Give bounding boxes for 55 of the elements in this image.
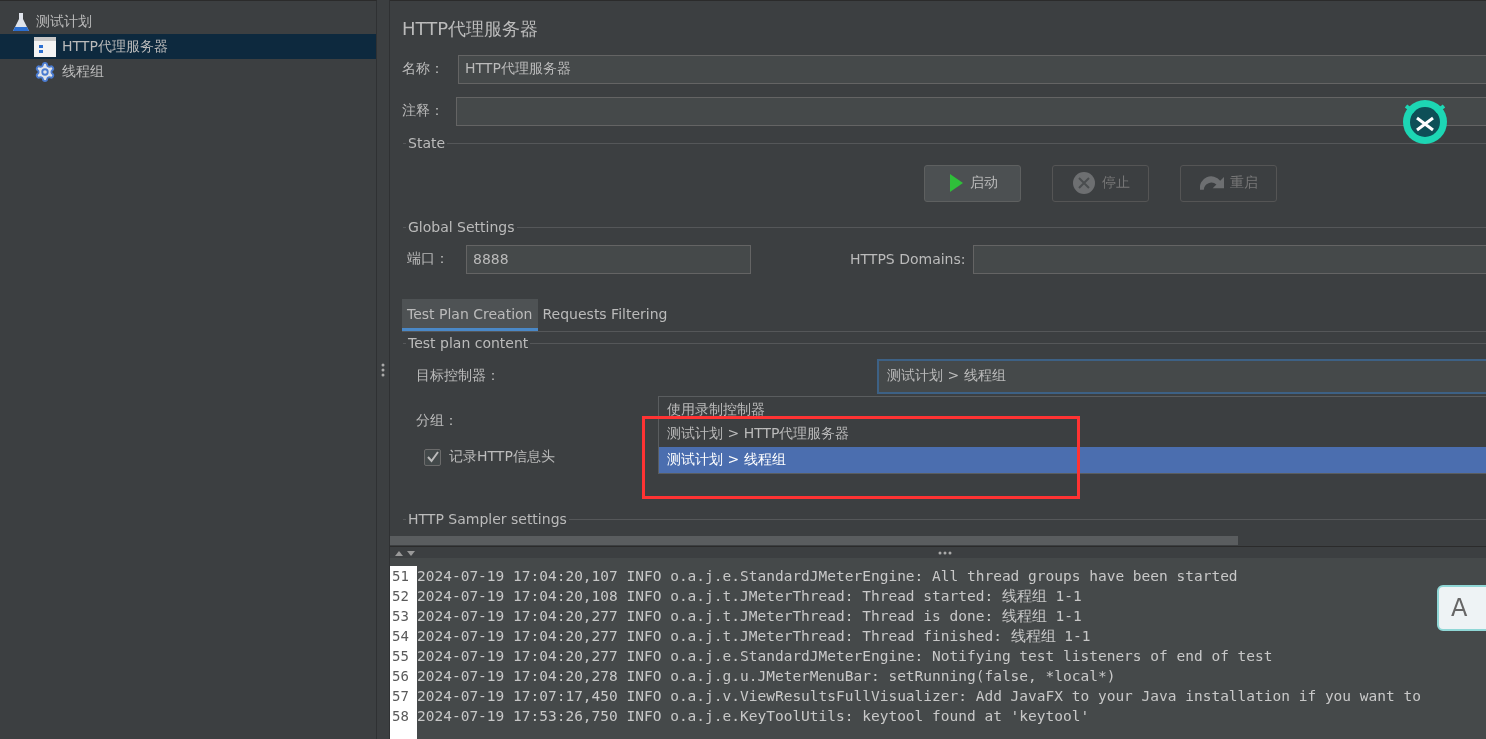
line-number: 55 [391, 647, 410, 666]
name-field[interactable]: HTTP代理服务器 [458, 54, 1486, 84]
line-number: 52 [391, 587, 410, 606]
scrollbar-thumb[interactable] [390, 535, 1238, 545]
line-number: 57 [391, 687, 410, 706]
floating-button[interactable]: A [1437, 585, 1486, 631]
tab[interactable]: Requests Filtering [537, 299, 673, 331]
field-label: 分组： [416, 412, 458, 430]
log-line: 2024-07-19 17:04:20,108 INFO o.a.j.t.JMeterThread: Thread started: 线程组 1-1 [417, 587, 1082, 606]
check-icon [426, 451, 439, 463]
line-number: 53 [391, 607, 410, 626]
dropdown-item[interactable]: 测试计划 > HTTP代理服务器 [659, 421, 1486, 447]
field-label: 目标控制器： [416, 367, 500, 385]
log-line: 2024-07-19 17:04:20,277 INFO o.a.j.t.JMeterThread: Thread finished: 线程组 1-1 [417, 627, 1091, 646]
tree-item[interactable]: HTTP代理服务器 [0, 34, 376, 59]
panel-title: HTTP代理服务器 [401, 17, 540, 41]
flask-icon [12, 11, 30, 32]
line-number: 51 [391, 567, 410, 586]
section-title: State [408, 135, 446, 151]
stop-icon [1071, 171, 1096, 195]
target-controller-dropdown[interactable]: 测试计划 > 线程组 [877, 358, 1486, 394]
section-title: HTTP Sampler settings [408, 511, 567, 527]
field-label: 端口： [407, 250, 449, 268]
restart-icon [1199, 176, 1224, 190]
collapse-arrows-icon[interactable] [394, 548, 416, 557]
section-title: Test plan content [408, 335, 529, 351]
log-line: 2024-07-19 17:04:20,107 INFO o.a.j.e.StandardJMeterEngine: All thread groups have been started [417, 567, 1238, 586]
window-icon [34, 36, 56, 57]
line-number: 54 [391, 627, 410, 646]
log-line: 2024-07-19 17:04:20,278 INFO o.a.j.g.u.JMeterMenuBar: setRunning(false, *local*) [417, 667, 1116, 686]
field-label: 名称： [402, 60, 444, 78]
dropdown-item[interactable]: 使用录制控制器 [659, 399, 1486, 421]
line-number: 58 [391, 707, 410, 726]
play-icon [947, 173, 964, 193]
tree-item[interactable]: 线程组 [0, 59, 376, 84]
gear-icon [34, 60, 56, 83]
log-line: 2024-07-19 17:04:20,277 INFO o.a.j.e.StandardJMeterEngine: Notifying test listeners of end of test [417, 647, 1273, 666]
port-field[interactable]: 8888 [466, 244, 751, 274]
splitter-handle-icon[interactable] [381, 362, 385, 377]
log-line: 2024-07-19 17:04:20,277 INFO o.a.j.t.JMeterThread: Thread is done: 线程组 1-1 [417, 607, 1082, 626]
log-line: 2024-07-19 17:53:26,750 INFO o.a.j.e.KeyToolUtils: keytool found at 'keytool' [417, 707, 1090, 726]
field-label: HTTPS Domains: [850, 251, 966, 267]
start-button[interactable]: 启动 [924, 164, 1021, 202]
tab[interactable]: Test Plan Creation [402, 299, 538, 331]
line-number: 56 [391, 667, 410, 686]
log-line: 2024-07-19 17:07:17,450 INFO o.a.j.v.ViewResultsFullVisualizer: Add JavaFX to your Java installation if you want to [417, 687, 1421, 706]
field-label: 注释： [402, 102, 444, 120]
https-domains-field[interactable] [972, 244, 1486, 274]
comment-field[interactable] [456, 96, 1486, 126]
checkbox-label: 记录HTTP信息头 [449, 448, 555, 466]
dropdown-item[interactable]: 测试计划 > 线程组 [659, 447, 1486, 473]
tree-item[interactable]: 测试计划 [0, 9, 376, 34]
section-title: Global Settings [408, 219, 515, 235]
checkbox[interactable] [424, 448, 441, 466]
drag-handle-icon[interactable] [938, 550, 952, 555]
